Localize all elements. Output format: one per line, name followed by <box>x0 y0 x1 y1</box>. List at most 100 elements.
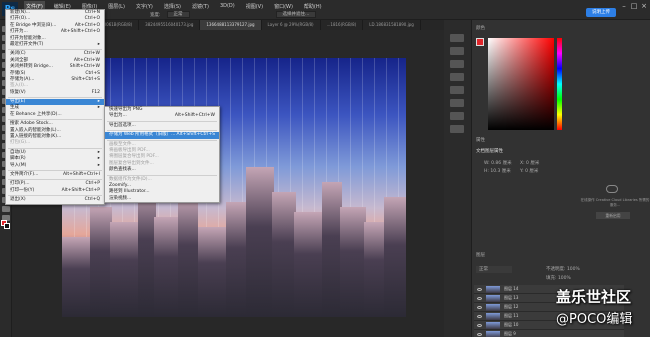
menu-item-shortcut: ▸ <box>97 105 100 111</box>
menu-item-label: 导入(M) <box>10 162 27 168</box>
document-tab[interactable]: 1366488113379127.jpg <box>200 20 262 30</box>
layer-thumbnail <box>486 321 500 329</box>
menu-item-shortcut: Ctrl+Q <box>84 197 100 203</box>
layer-name: 图层 13 <box>504 295 519 300</box>
menu-separator <box>107 120 217 122</box>
layer-name: 图层 9 <box>504 331 516 336</box>
file-menu-item[interactable]: 在 Behance 上共享(D)... <box>6 112 104 118</box>
layer-row[interactable]: 图层 9 <box>474 330 624 337</box>
building <box>246 167 274 317</box>
menu-item-shortcut: Alt+Shift+Ctrl+O <box>60 29 100 35</box>
export-menu-item[interactable]: 导出为... Alt+Shift+Ctrl+W <box>105 113 219 119</box>
layer-name: 图层 14 <box>504 286 519 291</box>
panel-icon[interactable] <box>450 125 464 133</box>
building <box>198 227 228 317</box>
menu-item-label: 退出(X) <box>10 197 26 203</box>
layer-thumbnail <box>486 330 500 337</box>
building <box>322 182 342 317</box>
menu-item-shortcut: Alt+Shift+Ctrl+W <box>174 113 215 119</box>
panel-icon[interactable] <box>450 99 464 107</box>
background-color-swatch[interactable] <box>4 223 10 229</box>
panel-icon[interactable] <box>450 47 464 55</box>
menu-separator <box>107 139 217 141</box>
opacity-field[interactable]: 不透明度: 100% <box>546 266 580 272</box>
menu-separator <box>8 169 102 171</box>
file-menu-item[interactable]: 退出(X) Ctrl+Q <box>6 197 104 203</box>
building <box>294 212 324 317</box>
eye-icon[interactable] <box>477 314 482 318</box>
panel-icon[interactable] <box>450 34 464 42</box>
cloud-upload-button[interactable]: 说明上传 <box>586 8 616 17</box>
menu-separator <box>107 174 217 176</box>
building <box>154 217 180 317</box>
width-value[interactable]: W: 0.86 厘米 <box>484 160 512 166</box>
menu-item-shortcut: ▸ <box>97 41 100 47</box>
tool-icon[interactable] <box>2 206 10 212</box>
document-tab[interactable]: ...1816(RGB/8) <box>321 20 364 30</box>
watermark-editor: @POCO编辑 <box>556 312 633 327</box>
building <box>272 192 296 317</box>
eye-icon[interactable] <box>477 287 482 291</box>
properties-panel-tab[interactable]: 属性 <box>476 137 485 143</box>
panel-icon[interactable] <box>450 112 464 120</box>
menu-item-label: 打包(G)... <box>10 140 31 146</box>
export-submenu: 快速导出为 PNG 导出为... Alt+Shift+Ctrl+W 导出首选项... 存… <box>104 106 220 204</box>
y-value[interactable]: Y: 0 厘米 <box>520 168 538 174</box>
layer-name: 图层 12 <box>504 304 519 309</box>
file-menu-item[interactable]: 打包(G)... <box>6 140 104 146</box>
file-menu-item[interactable]: 恢复(V) F12 <box>6 90 104 96</box>
width-label: 宽度: <box>150 12 161 18</box>
height-value[interactable]: H: 10.3 厘米 <box>484 168 511 174</box>
file-menu-item[interactable]: 打印一份(Y) Alt+Shift+Ctrl+P <box>6 188 104 194</box>
select-and-mask-button[interactable]: 选择并遮住... <box>275 11 317 18</box>
file-menu-item[interactable]: 导入(M) ▸ <box>6 163 104 169</box>
file-menu-item[interactable]: 最近打开文件(T) ▸ <box>6 42 104 48</box>
close-icon[interactable]: × <box>638 2 650 11</box>
layer-thumbnail <box>486 312 500 320</box>
export-menu-item[interactable]: 导出首选项... <box>105 123 219 129</box>
layers-panel-tab[interactable]: 图层 <box>476 252 485 258</box>
document-tab[interactable]: 3824495516040173.jpg <box>139 20 201 30</box>
layer-name: 图层 10 <box>504 322 519 327</box>
hue-slider[interactable] <box>557 38 562 130</box>
panel-icon[interactable] <box>450 73 464 81</box>
fill-field[interactable]: 填充: 100% <box>546 275 571 281</box>
menu-item-shortcut: Alt+Shift+Ctrl+S <box>176 132 216 138</box>
libraries-message: 在线操作 Creative Cloud Libraries 所需的服务... <box>580 198 650 207</box>
panel-icon[interactable] <box>450 60 464 68</box>
menu-item-label: 最近打开文件(T) <box>10 41 44 47</box>
cloud-icon <box>606 185 618 193</box>
menu-item-label: 渲染视频... <box>109 195 132 201</box>
building <box>340 207 366 317</box>
document-tab[interactable]: LD.186831581890.jpg <box>363 20 421 30</box>
x-value[interactable]: X: 0 厘米 <box>520 160 539 166</box>
layer-thumbnail <box>486 303 500 311</box>
layer-thumbnail <box>486 285 500 293</box>
export-menu-item[interactable]: 渲染视频... <box>105 196 219 202</box>
eye-icon[interactable] <box>477 305 482 309</box>
eye-icon[interactable] <box>477 296 482 300</box>
eye-icon[interactable] <box>477 323 482 327</box>
panel-foreground-swatch[interactable] <box>476 38 484 46</box>
export-menu-item[interactable]: 颜色查找表... <box>105 167 219 173</box>
panel-icon[interactable] <box>450 86 464 94</box>
file-menu-item[interactable]: 文件简介(F)... Alt+Shift+Ctrl+I <box>6 172 104 178</box>
eye-icon[interactable] <box>477 332 482 336</box>
menu-separator <box>8 97 102 99</box>
color-picker-field[interactable] <box>488 38 554 130</box>
menu-separator <box>8 195 102 197</box>
building <box>110 222 140 317</box>
menu-item-label: 导出首选项... <box>109 122 136 128</box>
building <box>62 237 92 317</box>
menu-item-label: 在 Behance 上共享(D)... <box>10 111 62 117</box>
blend-mode-select[interactable]: 正常 <box>476 266 512 273</box>
mode-select[interactable]: 正常 <box>166 11 190 18</box>
layer-name: 图层 11 <box>504 313 519 318</box>
color-panel-tab[interactable]: 颜色 <box>476 25 485 31</box>
export-menu-item[interactable]: 存储为 Web 所用格式（旧版）... Alt+Shift+Ctrl+S <box>105 132 219 139</box>
document-tab[interactable]: Layer 6 @ 29%(RGB/8) <box>262 20 321 30</box>
menu-item-label: 导出为... <box>109 113 127 119</box>
menu-item-label: 颜色查找表... <box>109 167 136 173</box>
reenable-button[interactable]: 重新启用 <box>596 212 630 219</box>
layer-thumbnail <box>486 294 500 302</box>
